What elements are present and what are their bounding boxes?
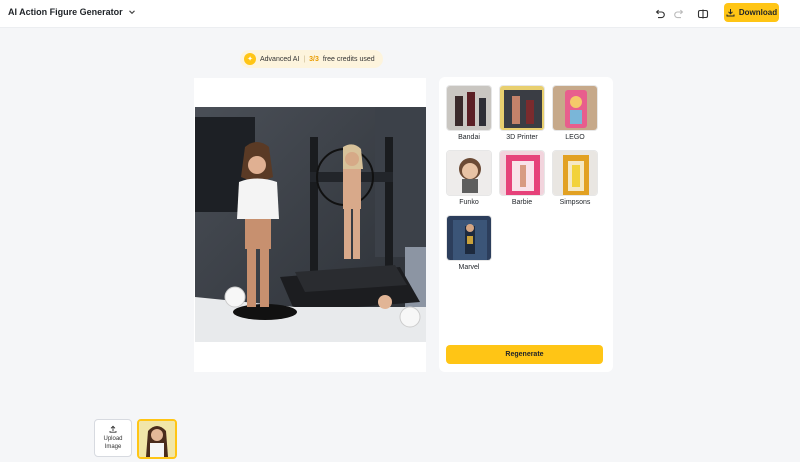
3d-printer-thumbnail [499, 85, 545, 131]
style-label: 3D Printer [506, 134, 538, 141]
chevron-down-icon [128, 8, 136, 16]
barbie-thumbnail [499, 150, 545, 196]
style-panel: Bandai 3D Printer LEGO Funko Barbie Simp… [439, 77, 613, 372]
generated-figure-image[interactable] [195, 107, 426, 342]
style-option-bandai[interactable]: Bandai [445, 85, 493, 141]
credits-suffix: free credits used [322, 55, 375, 63]
credits-label: Advanced AI [260, 55, 300, 63]
app-title: AI Action Figure Generator [8, 7, 123, 17]
compare-icon[interactable] [694, 5, 712, 23]
style-label: Marvel [458, 264, 480, 271]
style-option-simpsons[interactable]: Simpsons [551, 150, 599, 206]
credits-count: 3/3 [309, 55, 319, 63]
style-label: Barbie [511, 199, 533, 206]
lego-thumbnail [552, 85, 598, 131]
bandai-thumbnail [446, 85, 492, 131]
upload-image-button[interactable]: Upload Image [94, 419, 132, 457]
redo-icon[interactable] [670, 5, 688, 23]
simpsons-thumbnail [552, 150, 598, 196]
style-label: Funko [459, 199, 479, 206]
download-button[interactable]: Download [724, 3, 779, 22]
undo-icon[interactable] [651, 5, 669, 23]
style-option-funko[interactable]: Funko [445, 150, 493, 206]
uploaded-image-thumbnail[interactable] [137, 419, 177, 459]
style-label: Simpsons [559, 199, 591, 206]
top-bar: AI Action Figure Generator Download [0, 0, 800, 28]
app-title-menu[interactable]: AI Action Figure Generator [8, 7, 136, 17]
download-icon [726, 8, 735, 17]
upload-label-line2: Image [104, 444, 122, 450]
style-option-3d-printer[interactable]: 3D Printer [498, 85, 546, 141]
funko-thumbnail [446, 150, 492, 196]
download-label: Download [738, 8, 778, 17]
credits-badge: ✦ Advanced AI | 3/3 free credits used [240, 50, 383, 68]
upload-label-line1: Upload [103, 436, 123, 442]
style-option-lego[interactable]: LEGO [551, 85, 599, 141]
style-option-barbie[interactable]: Barbie [498, 150, 546, 206]
style-label: Bandai [458, 134, 480, 141]
style-option-marvel[interactable]: Marvel [445, 215, 493, 271]
result-canvas [194, 78, 426, 372]
marvel-thumbnail [446, 215, 492, 261]
regenerate-button[interactable]: Regenerate [446, 345, 603, 364]
style-label: LEGO [565, 134, 585, 141]
upload-icon [109, 425, 117, 433]
ai-coin-icon: ✦ [244, 53, 256, 65]
